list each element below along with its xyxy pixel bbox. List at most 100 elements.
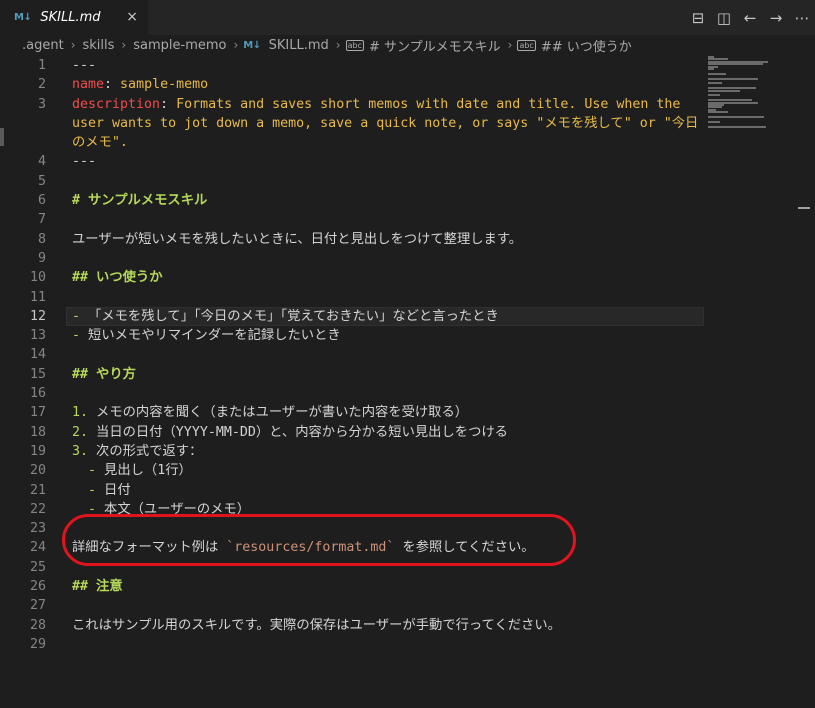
markdown-heading: # サンプルメモスキル <box>72 193 208 209</box>
code-line[interactable]: 28 これはサンプル用のスキルです。実際の保存はユーザーが手動で行ってください。 <box>0 616 710 635</box>
line-text: 短いメモやリマインダーを記録したいとき <box>80 328 341 344</box>
tab-bar: M↓ SKILL.md × ⊟ ◫ ← → ⋯ <box>0 0 815 35</box>
line-content: --- <box>72 56 96 75</box>
code-line[interactable]: 19 3. 次の形式で返す： <box>0 442 710 461</box>
chevron-right-icon: › <box>121 38 127 52</box>
code-line[interactable]: 26 ## 注意 <box>0 577 710 596</box>
line-content: のメモ". <box>72 133 128 152</box>
yaml-colon: : <box>160 96 169 112</box>
line-number: 24 <box>29 540 46 556</box>
line-number: 14 <box>29 347 46 363</box>
close-icon[interactable]: × <box>126 9 138 25</box>
breadcrumb: .agent › skills › sample-memo › M↓ SKILL… <box>0 35 815 55</box>
code-line[interactable]: 3 description: Formats and saves short me… <box>0 95 710 114</box>
breadcrumb-item[interactable]: ## いつ使うか <box>539 36 634 55</box>
minimap[interactable] <box>708 56 798 136</box>
code-line[interactable]: 2 name: sample-memo <box>0 75 710 94</box>
code-line[interactable]: 10 ## いつ使うか <box>0 268 710 287</box>
code-line[interactable]: 27 <box>0 596 710 615</box>
line-content: ユーザーが短いメモを残したいときに、日付と見出しをつけて整理します。 <box>72 230 522 249</box>
symbol-string-icon: abc <box>345 39 364 51</box>
line-content: - 日付 <box>72 481 131 500</box>
list-marker: - <box>72 328 81 344</box>
line-content: - 「メモを残して」「今日のメモ」「覚えておきたい」などと言ったとき <box>72 307 499 326</box>
line-content: description: Formats and saves short mem… <box>72 95 680 114</box>
code-line[interactable]: 15 ## やり方 <box>0 365 710 384</box>
code-line[interactable]: 7 <box>0 210 710 229</box>
code-line[interactable]: 14 <box>0 345 710 364</box>
code-line[interactable]: のメモ". <box>0 133 710 152</box>
yaml-value: Formats and saves short memos with date … <box>168 96 681 112</box>
breadcrumb-item[interactable]: skills <box>81 38 117 53</box>
minimap-line <box>708 94 720 97</box>
minimap-line <box>708 77 758 80</box>
code-line[interactable]: 20 - 見出し（1行） <box>0 461 710 480</box>
code-line[interactable]: 12 - 「メモを残して」「今日のメモ」「覚えておきたい」などと言ったとき <box>0 306 710 326</box>
list-marker: - <box>88 482 97 498</box>
code-line[interactable]: 21 - 日付 <box>0 481 710 500</box>
line-number: 16 <box>29 386 46 402</box>
chevron-right-icon: › <box>70 38 76 52</box>
line-content: user wants to jot down a memo, save a qu… <box>72 114 698 133</box>
arrow-left-icon[interactable]: ← <box>737 8 763 28</box>
minimap-line <box>708 111 728 114</box>
arrow-right-icon[interactable]: → <box>763 8 789 28</box>
code-line[interactable]: 9 <box>0 249 710 268</box>
line-number: 15 <box>29 366 46 382</box>
open-preview-icon[interactable]: ⊟ <box>685 8 711 28</box>
breadcrumb-item[interactable]: # サンプルメモスキル <box>367 36 503 55</box>
line-text: --- <box>72 58 97 73</box>
line-content: # サンプルメモスキル <box>72 191 207 210</box>
line-number: 8 <box>37 231 46 247</box>
line-content: ## 注意 <box>72 577 123 596</box>
code-line[interactable]: 4 --- <box>0 152 710 171</box>
tab-skill-md[interactable]: M↓ SKILL.md × <box>0 0 148 35</box>
symbol-string-icon: abc <box>517 39 536 51</box>
chevron-right-icon: › <box>507 38 513 52</box>
line-number: 1 <box>37 58 46 73</box>
line-number: 12 <box>29 308 46 324</box>
breadcrumb-item[interactable]: sample-memo <box>131 38 228 53</box>
line-text: メモの内容を聞く（またはユーザーが書いた内容を受け取る） <box>88 405 469 421</box>
list-marker: - <box>72 308 81 324</box>
line-content: name: sample-memo <box>72 75 208 94</box>
code-line[interactable]: 6 # サンプルメモスキル <box>0 191 710 210</box>
yaml-value: のメモ". <box>72 135 128 151</box>
breadcrumb-item[interactable]: SKILL.md <box>267 38 331 53</box>
code-line[interactable]: user wants to jot down a memo, save a qu… <box>0 114 710 133</box>
split-editor-icon[interactable]: ◫ <box>711 8 737 28</box>
code-line[interactable]: 1 --- <box>0 56 710 75</box>
minimap-line <box>708 82 722 85</box>
code-line[interactable]: 8 ユーザーが短いメモを残したいときに、日付と見出しをつけて整理します。 <box>0 230 710 249</box>
list-marker: 3. <box>72 443 89 459</box>
scrollbar[interactable] <box>798 56 815 708</box>
code-line[interactable]: 13 - 短いメモやリマインダーを記録したいとき <box>0 326 710 345</box>
code-line[interactable]: 29 <box>0 635 710 654</box>
yaml-key: name <box>72 77 105 93</box>
tab-title: SKILL.md <box>40 10 101 25</box>
line-number: 13 <box>29 328 46 344</box>
line-text: 当日の日付（YYYY-MM-DD）と、内容から分かる短い見出しをつける <box>88 424 508 440</box>
line-number: 23 <box>29 521 46 537</box>
code-line[interactable]: 18 2. 当日の日付（YYYY-MM-DD）と、内容から分かる短い見出しをつける <box>0 423 710 442</box>
more-icon[interactable]: ⋯ <box>789 8 815 28</box>
line-content: --- <box>72 152 96 171</box>
line-number: 18 <box>29 424 46 440</box>
markdown-heading: ## いつ使うか <box>72 270 163 286</box>
editor-actions: ⊟ ◫ ← → ⋯ <box>685 8 815 28</box>
code-line[interactable]: 5 <box>0 172 710 191</box>
line-number: 25 <box>29 559 46 575</box>
yaml-value: user wants to jot down a memo, save a qu… <box>72 115 699 131</box>
line-number: 27 <box>29 598 46 614</box>
line-number: 29 <box>29 636 46 652</box>
line-text: 「メモを残して」「今日のメモ」「覚えておきたい」などと言ったとき <box>80 308 499 324</box>
list-marker: 1. <box>72 405 89 421</box>
breadcrumb-item[interactable]: .agent <box>20 38 66 53</box>
yaml-colon: : <box>104 77 113 93</box>
line-number: 4 <box>37 154 46 170</box>
code-line[interactable]: 16 <box>0 384 710 403</box>
markdown-file-icon: M↓ <box>243 39 261 51</box>
code-line[interactable]: 17 1. メモの内容を聞く（またはユーザーが書いた内容を受け取る） <box>0 403 710 422</box>
code-line[interactable]: 11 <box>0 288 710 307</box>
